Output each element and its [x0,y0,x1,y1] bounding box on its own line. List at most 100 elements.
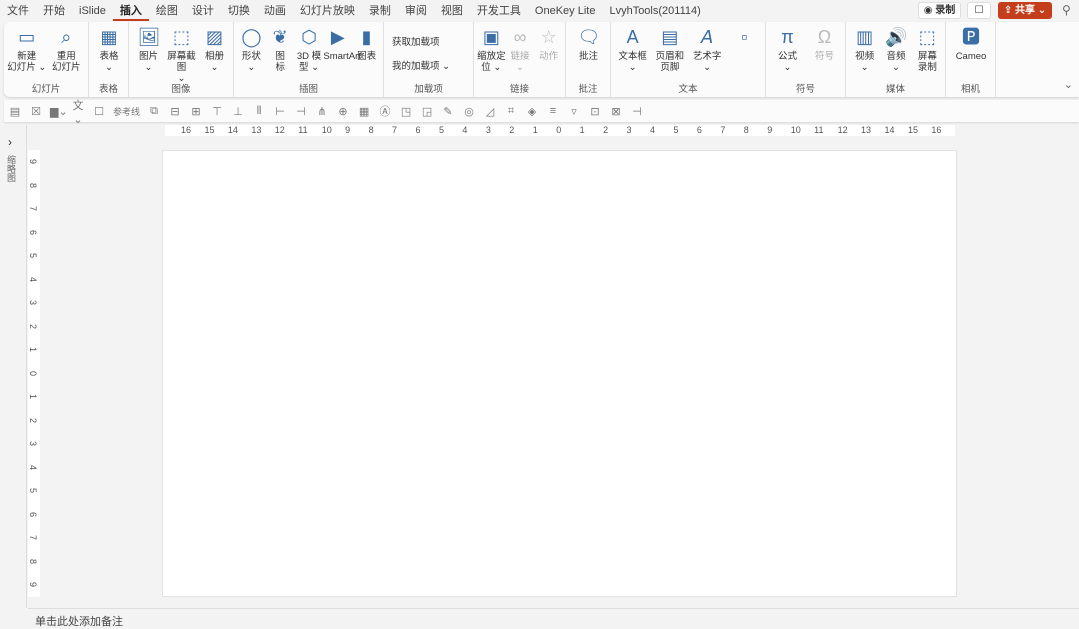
tab-8[interactable]: 幻灯片放映 [293,1,362,21]
qat-icon[interactable]: ☐ [92,105,106,118]
ribbon-group: 插图 ◯ 形状 ⌄ ❦ 图 标 ⬡ 3D 模 型 ⌄ ▶ SmartArt ▮ 图表 [234,22,384,97]
ribbon-button[interactable]: 🔊 音频 ⌄ [880,26,911,73]
button-label: 相册 ⌄ [204,51,224,73]
ribbon-icon: ▶ [330,27,345,47]
ruler-number: 3 [28,299,39,306]
tab-4[interactable]: 绘图 [149,1,185,21]
align-tool-icon[interactable]: ⫴ [252,105,266,118]
ruler-number: 16 [181,125,192,135]
tab-7[interactable]: 动画 [257,1,293,21]
thumbnails-label[interactable]: 缩略图 [5,155,18,182]
pin-icon[interactable]: ⚲ [1062,3,1071,17]
ribbon-icon: 🅿 [962,27,980,47]
align-tool-icon[interactable]: ◎ [462,105,476,118]
ribbon-button[interactable]: ▮ 图表 [352,26,381,62]
tab-11[interactable]: 视图 [434,1,470,21]
comments-button[interactable]: ☐ [967,2,991,19]
ruler-number: 6 [415,125,421,135]
ribbon-button[interactable]: A 文本框 ⌄ [614,26,651,73]
button-label: 图片 ⌄ [138,51,158,73]
tab-0[interactable]: 文件 [0,1,36,21]
ribbon-button[interactable]: ▤ 页眉和页脚 [651,26,688,73]
ribbon-button[interactable]: ▨ 相册 ⌄ [198,26,231,73]
ribbon-button[interactable]: ∞ 链接 ⌄ [506,26,535,73]
ribbon-button[interactable]: ▣ 缩放定 位 ⌄ [477,26,506,73]
ribbon-icon: ▨ [205,27,223,47]
tab-9[interactable]: 录制 [362,1,398,21]
align-tool-icon[interactable]: ⊕ [336,105,350,118]
ribbon-button[interactable]: ⬡ 3D 模 型 ⌄ [295,26,324,73]
align-tool-icon[interactable]: ▦ [357,105,371,118]
align-tool-icon[interactable]: ◿ [483,105,497,118]
slide-canvas[interactable] [162,150,957,597]
ribbon-button[interactable]: 🗨 批注 [569,26,608,62]
align-tool-icon[interactable]: ⊢ [273,105,287,118]
notes-pane[interactable]: 单击此处添加备注 [28,608,1079,628]
align-tool-icon[interactable]: ⌗ [504,105,518,118]
ruler-number: 9 [345,125,351,135]
align-tool-icon[interactable]: ⊡ [588,105,602,118]
align-tool-icon[interactable]: ⊠ [609,105,623,118]
ribbon-button[interactable]: ◯ 形状 ⌄ [237,26,266,73]
ribbon-button[interactable]: π 公式 ⌄ [769,26,806,73]
qat-icon[interactable]: ☒ [29,105,43,118]
tab-12[interactable]: 开发工具 [470,1,528,21]
align-tool-icon[interactable]: ⊤ [210,105,224,118]
ruler-number: 10 [321,125,332,135]
align-tool-icon[interactable]: ⊞ [189,105,203,118]
addin-button[interactable]: 获取加载项 [392,34,440,48]
ribbon-button[interactable]: ⬚ 屏幕截图 ⌄ [165,26,198,84]
ruler-number: 11 [298,125,308,135]
ribbon-button[interactable]: ☆ 动作 [534,26,563,62]
group-label: 相机 [960,84,980,95]
align-tool-icon[interactable]: ⊥ [231,105,245,118]
align-tool-icon[interactable]: ⊣ [630,105,644,118]
share-button[interactable]: ⇪ 共享 ⌄ [998,2,1052,19]
ruler-number: 3 [485,125,491,135]
qat-icon[interactable]: 文⌄ [71,97,85,126]
guides-checkbox-label[interactable]: 参考线 [113,105,140,118]
group-label: 幻灯片 [31,84,61,95]
ribbon-button[interactable]: 𝘈 艺术字 ⌄ [689,26,726,73]
align-tool-icon[interactable]: ✎ [441,105,455,118]
align-tool-icon[interactable]: ⊟ [168,105,182,118]
ribbon-group: 相机 🅿 Cameo [946,22,996,97]
tab-6[interactable]: 切换 [221,1,257,21]
tab-3[interactable]: 插入 [112,1,149,21]
ribbon-button[interactable]: ▭ 新建 幻灯片 ⌄ [7,26,47,73]
ribbon-icon: 🖼 [137,27,161,47]
ribbon-button[interactable]: ❦ 图 标 [266,26,295,73]
align-tool-icon[interactable]: ◲ [420,105,434,118]
ribbon-button[interactable]: 🖼 图片 ⌄ [132,26,165,73]
ribbon-button[interactable]: ▫ [726,26,763,51]
tab-13[interactable]: OneKey Lite [528,1,603,21]
collapse-ribbon-icon[interactable]: ⌄ [1064,78,1073,91]
tab-2[interactable]: iSlide [72,1,113,21]
qat-icon[interactable]: ▆⌄ [50,105,68,118]
ribbon-button[interactable]: ⬚ 屏幕 录制 [912,26,943,73]
ribbon-button[interactable]: ▦ 表格 ⌄ [92,26,126,73]
record-button[interactable]: ◉ 录制 [918,2,961,19]
qat-icon[interactable]: ▤ [8,105,22,118]
ribbon-button[interactable]: ▶ SmartArt [323,26,360,62]
align-tool-icon[interactable]: Ⓐ [378,103,392,119]
tab-14[interactable]: LvyhTools(201114) [602,1,707,21]
tab-5[interactable]: 设计 [185,1,221,21]
align-tool-icon[interactable]: ▿ [567,105,581,118]
ribbon-button[interactable]: ⌕ 重用 幻灯片 [47,26,87,73]
ribbon-button[interactable]: ▥ 视频 ⌄ [849,26,880,73]
tab-1[interactable]: 开始 [36,1,72,21]
align-tool-icon[interactable]: ◈ [525,105,539,118]
ribbon-button[interactable]: Ω 符号 [806,26,843,62]
align-tool-icon[interactable]: ⊣ [294,105,308,118]
addin-button[interactable]: 我的加载项 ⌄ [392,58,450,72]
align-tool-icon[interactable]: ⋔ [315,105,329,118]
button-label: 符号 [814,51,834,62]
tab-10[interactable]: 审阅 [398,1,434,21]
align-tool-icon[interactable]: ◳ [399,105,413,118]
align-tool-icon[interactable]: ⧉ [147,105,161,118]
expand-thumbnails-button[interactable]: › [8,135,12,149]
ruler-number: 8 [28,182,39,188]
align-tool-icon[interactable]: ≡ [546,105,560,117]
ribbon-button[interactable]: 🅿 Cameo [949,26,993,62]
